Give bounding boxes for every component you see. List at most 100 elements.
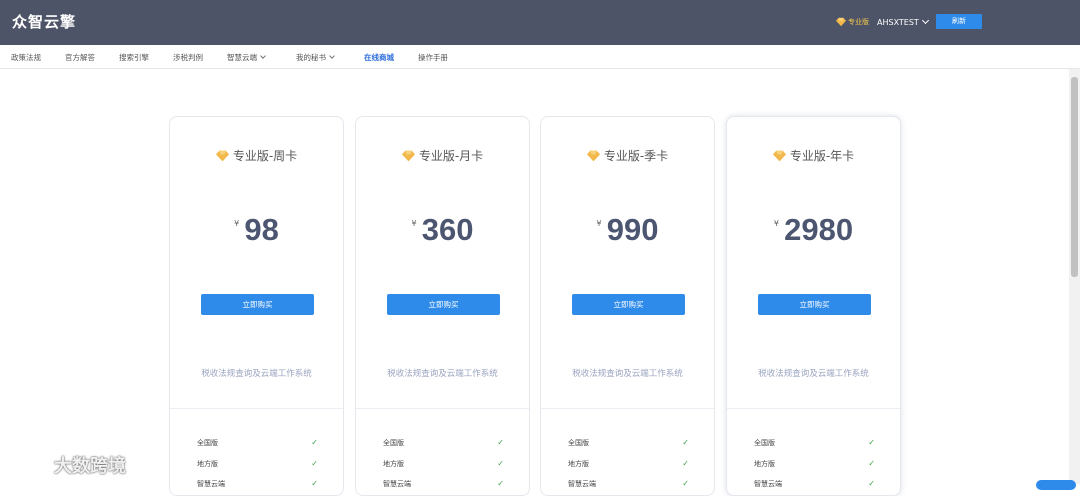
plan-description: 税收法规查询及云端工作系统 [387, 369, 498, 379]
feature-label: 地方版 [197, 460, 218, 468]
nav-item-online-store[interactable]: 在线商城 [364, 52, 394, 63]
plan-card-weekly: 专业版-周卡 ¥ 98 立即购买 税收法规查询及云端工作系统 全国版 ✓ 地方版 ✓… [169, 116, 344, 496]
diamond-icon [586, 150, 600, 161]
plan-price: 2980 [784, 212, 854, 247]
feature-label: 智慧云端 [383, 480, 411, 488]
edition-badge: 专业版 [848, 18, 869, 26]
plan-title: 专业版-月卡 [356, 147, 529, 164]
nav-item-label: 智慧云端 [227, 53, 257, 62]
nav-item-policy[interactable]: 政策法规 [11, 52, 41, 63]
scrollbar-thumb[interactable] [1071, 77, 1078, 277]
feature-label: 全国版 [568, 439, 589, 447]
check-icon: ✓ [682, 459, 689, 468]
plan-title: 专业版-周卡 [170, 147, 343, 164]
chevron-down-icon [260, 53, 266, 59]
feature-row: 全国版 ✓ [383, 438, 504, 448]
feature-row: 全国版 ✓ [568, 438, 689, 448]
plan-card-monthly: 专业版-月卡 ¥ 360 立即购买 税收法规查询及云端工作系统 全国版 ✓ 地方版… [355, 116, 530, 496]
price-block: ¥ 98 [170, 212, 343, 248]
plan-price: 360 [421, 212, 474, 247]
nav-item-label: 在线商城 [364, 53, 394, 62]
currency-symbol: ¥ [773, 219, 780, 228]
buy-now-button[interactable]: 立即购买 [201, 294, 314, 315]
nav-item-my-secretary[interactable]: 我的秘书 [296, 52, 335, 63]
plan-card-annual: 专业版-年卡 ¥ 2980 立即购买 税收法规查询及云端工作系统 全国版 ✓ 地方… [726, 116, 901, 496]
diamond-icon [401, 150, 415, 161]
nav-item-tax-cases[interactable]: 涉税判例 [173, 52, 203, 63]
page-scrollbar[interactable] [1069, 69, 1080, 484]
feature-label: 全国版 [383, 439, 404, 447]
user-menu[interactable]: AHSXTEST [877, 16, 929, 27]
app-logo[interactable]: 众智云擎 [12, 11, 76, 32]
main-nav: 政策法规 官方解答 搜索引擎 涉税判例 智慧云端 我的秘书 在线商城 操作手册 [0, 45, 1080, 69]
check-icon: ✓ [311, 479, 318, 488]
check-icon: ✓ [311, 459, 318, 468]
nav-item-label: 政策法规 [11, 53, 41, 62]
diamond-icon [836, 17, 846, 27]
feature-label: 智慧云端 [568, 480, 596, 488]
diamond-icon [215, 150, 229, 161]
check-icon: ✓ [497, 459, 504, 468]
feature-label: 全国版 [197, 439, 218, 447]
price-block: ¥ 360 [356, 212, 529, 248]
check-icon: ✓ [311, 438, 318, 447]
check-icon: ✓ [868, 459, 875, 468]
check-icon: ✓ [868, 479, 875, 488]
username: AHSXTEST [877, 17, 919, 27]
check-icon: ✓ [682, 438, 689, 447]
buy-now-button[interactable]: 立即购买 [572, 294, 685, 315]
feature-label: 智慧云端 [754, 480, 782, 488]
divider [356, 408, 529, 409]
feature-row: 全国版 ✓ [197, 438, 318, 448]
buy-now-button[interactable]: 立即购买 [758, 294, 871, 315]
feature-row: 地方版 ✓ [197, 459, 318, 469]
price-block: ¥ 990 [541, 212, 714, 248]
currency-symbol: ¥ [234, 219, 240, 228]
feature-label: 地方版 [383, 460, 404, 468]
feature-row: 地方版 ✓ [568, 459, 689, 469]
plan-title-text: 专业版-年卡 [789, 149, 855, 163]
account-area: 专业版 AHSXTEST [836, 14, 929, 30]
plan-title-text: 专业版-月卡 [418, 149, 484, 163]
watermark-logo-icon [12, 454, 48, 475]
plan-title: 专业版-季卡 [541, 147, 714, 164]
feature-row: 智慧云端 ✓ [754, 479, 875, 489]
nav-item-label: 官方解答 [65, 53, 95, 62]
nav-item-label: 涉税判例 [173, 53, 203, 62]
divider [727, 408, 900, 409]
feature-row: 智慧云端 ✓ [197, 479, 318, 489]
feature-label: 地方版 [754, 460, 775, 468]
feature-row: 地方版 ✓ [383, 459, 504, 469]
nav-item-label: 搜索引擎 [119, 53, 149, 62]
plan-description: 税收法规查询及云端工作系统 [572, 369, 683, 379]
plan-title-text: 专业版-季卡 [603, 149, 669, 163]
nav-item-manual[interactable]: 操作手册 [418, 52, 448, 63]
diamond-icon [772, 150, 786, 161]
check-icon: ✓ [868, 438, 875, 447]
plan-price: 98 [244, 212, 279, 247]
nav-item-official-answers[interactable]: 官方解答 [65, 52, 95, 63]
feature-row: 地方版 ✓ [754, 459, 875, 469]
nav-item-search-engine[interactable]: 搜索引擎 [119, 52, 149, 63]
currency-symbol: ¥ [411, 219, 417, 228]
check-icon: ✓ [497, 479, 504, 488]
divider [170, 408, 343, 409]
nav-item-smart-cloud[interactable]: 智慧云端 [227, 52, 266, 63]
watermark-text: 大数跨境 [54, 456, 126, 477]
buy-now-button[interactable]: 立即购买 [387, 294, 500, 315]
nav-item-label: 我的秘书 [296, 53, 326, 62]
floating-help-button[interactable] [1036, 480, 1076, 490]
plan-card-quarterly: 专业版-季卡 ¥ 990 立即购买 税收法规查询及云端工作系统 全国版 ✓ 地方版… [540, 116, 715, 496]
feature-row: 智慧云端 ✓ [383, 479, 504, 489]
plan-price: 990 [606, 212, 659, 247]
refresh-button[interactable]: 刷新 [936, 14, 982, 29]
plan-description: 税收法规查询及云端工作系统 [758, 369, 869, 379]
feature-row: 智慧云端 ✓ [568, 479, 689, 489]
feature-label: 全国版 [754, 439, 775, 447]
check-icon: ✓ [682, 479, 689, 488]
top-bar: 众智云擎 专业版 AHSXTEST 刷新 [0, 0, 1080, 45]
price-block: ¥ 2980 [727, 212, 900, 248]
plan-title-text: 专业版-周卡 [232, 149, 298, 163]
divider [541, 408, 714, 409]
nav-item-label: 操作手册 [418, 53, 448, 62]
